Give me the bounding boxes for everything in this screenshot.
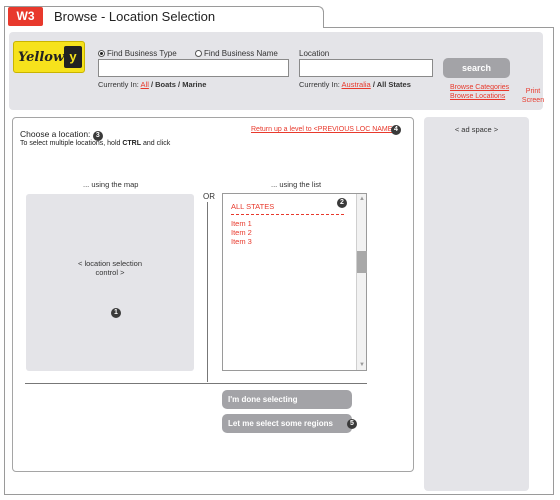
horizontal-divider <box>25 383 367 384</box>
current-location-path: Currently In: Australia / All States <box>299 80 411 89</box>
instruction-pre: To select multiple locations, hold <box>20 140 123 147</box>
ad-space-label: < ad space > <box>454 125 499 134</box>
instruction-post: and click <box>141 140 171 147</box>
map-placeholder-line1: < location selection <box>78 259 142 268</box>
find-business-type-radio[interactable]: Find Business Type <box>98 49 177 58</box>
search-button[interactable]: search <box>443 58 510 78</box>
ad-space-panel: < ad space > <box>424 117 529 491</box>
list-header-divider <box>231 214 344 215</box>
annotation-badge-2: 2 <box>337 198 347 208</box>
location-list[interactable]: ALL STATES Item 1 Item 2 Item 3 2 ▲ ▼ <box>222 193 367 371</box>
currently-in-label: Currently In: <box>98 80 139 89</box>
business-search-input[interactable] <box>98 59 289 77</box>
location-path-text: / All States <box>372 80 411 89</box>
list-item[interactable]: Item 2 <box>231 228 344 237</box>
location-australia-link[interactable]: Australia <box>342 80 371 89</box>
list-scrollbar[interactable]: ▲ ▼ <box>356 194 367 370</box>
scroll-thumb[interactable] <box>357 251 367 273</box>
map-placeholder-line2: control > <box>95 268 125 277</box>
list-header-all-states[interactable]: ALL STATES <box>231 202 344 211</box>
annotation-badge-5: 5 <box>347 419 357 429</box>
category-all-link[interactable]: All <box>141 80 149 89</box>
multi-select-instruction: To select multiple locations, hold CTRL … <box>20 140 170 147</box>
walking-fingers-icon: y <box>64 46 82 68</box>
list-column-label: ... using the list <box>271 180 322 189</box>
choose-location-text: Choose a location: <box>20 129 91 139</box>
yellow-logo[interactable]: Yellow y <box>13 41 85 73</box>
return-up-level-link[interactable]: Return up a level to <PREVIOUS LOC NAME> <box>251 126 397 133</box>
currently-in-label: Currently In: <box>299 80 340 89</box>
or-divider-label: OR <box>203 192 215 201</box>
browse-categories-link[interactable]: Browse Categories <box>450 84 509 91</box>
location-label: Location <box>299 49 330 58</box>
annotation-badge-4: 4 <box>391 125 401 135</box>
annotation-badge-1: 1 <box>111 308 121 318</box>
instruction-key: CTRL <box>122 140 142 147</box>
find-business-name-radio[interactable]: Find Business Name <box>195 49 278 58</box>
location-list-content: ALL STATES Item 1 Item 2 Item 3 <box>231 202 344 246</box>
browse-locations-link[interactable]: Browse Locations <box>450 93 505 100</box>
location-input[interactable] <box>299 59 433 77</box>
list-item[interactable]: Item 1 <box>231 219 344 228</box>
scroll-up-arrow-icon[interactable]: ▲ <box>358 195 366 203</box>
logo-text: Yellow <box>18 50 65 65</box>
done-selecting-button[interactable]: I'm done selecting <box>222 390 352 409</box>
vertical-divider <box>207 202 208 382</box>
category-path-text: / Boats / Marine <box>150 80 207 89</box>
find-business-type-label: Find Business Type <box>107 49 177 58</box>
current-category-path: Currently In: All / Boats / Marine <box>98 80 206 89</box>
select-regions-button[interactable]: Let me select some regions <box>222 414 352 433</box>
map-column-label: ... using the map <box>83 180 139 189</box>
return-link-text: Return up a level to <PREVIOUS LOC NAME> <box>251 126 397 133</box>
wireframe-id-badge: W3 <box>8 7 43 26</box>
find-business-name-label: Find Business Name <box>204 49 278 58</box>
location-map-control[interactable]: < location selection control > 1 <box>26 194 194 371</box>
scroll-down-arrow-icon[interactable]: ▼ <box>358 361 366 369</box>
list-item[interactable]: Item 3 <box>231 237 344 246</box>
map-placeholder-text: < location selection control > <box>26 259 194 277</box>
print-screen-link[interactable]: Print Screen <box>519 87 547 105</box>
window-title: Browse - Location Selection <box>54 9 216 24</box>
radio-unchecked-icon <box>195 50 202 57</box>
radio-checked-icon <box>98 50 105 57</box>
